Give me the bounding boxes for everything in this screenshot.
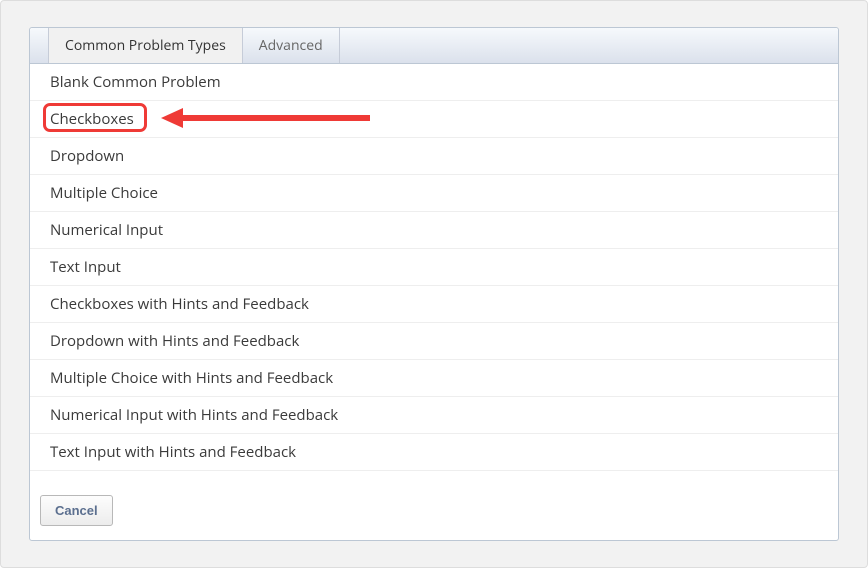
list-item-checkboxes[interactable]: Checkboxes	[30, 101, 838, 138]
list-item-text-input[interactable]: Text Input	[30, 249, 838, 286]
problem-type-panel: Common Problem Types Advanced Blank Comm…	[29, 27, 839, 541]
list-item-numerical-input-hints-feedback[interactable]: Numerical Input with Hints and Feedback	[30, 397, 838, 434]
list-item-checkboxes-hints-feedback[interactable]: Checkboxes with Hints and Feedback	[30, 286, 838, 323]
list-item-dropdown-hints-feedback[interactable]: Dropdown with Hints and Feedback	[30, 323, 838, 360]
list-item-multiple-choice-hints-feedback[interactable]: Multiple Choice with Hints and Feedback	[30, 360, 838, 397]
cancel-button[interactable]: Cancel	[40, 495, 113, 526]
problem-type-list: Blank Common Problem Checkboxes Dropdown…	[30, 64, 838, 485]
button-row: Cancel	[30, 485, 838, 540]
list-item-blank-common-problem[interactable]: Blank Common Problem	[30, 64, 838, 101]
tab-bar: Common Problem Types Advanced	[30, 28, 838, 64]
list-item-text-input-hints-feedback[interactable]: Text Input with Hints and Feedback	[30, 434, 838, 471]
list-item-dropdown[interactable]: Dropdown	[30, 138, 838, 175]
tab-advanced[interactable]: Advanced	[243, 28, 340, 63]
tab-common-problem-types[interactable]: Common Problem Types	[48, 28, 243, 63]
dialog-frame: Common Problem Types Advanced Blank Comm…	[0, 0, 868, 568]
list-item-numerical-input[interactable]: Numerical Input	[30, 212, 838, 249]
list-item-multiple-choice[interactable]: Multiple Choice	[30, 175, 838, 212]
